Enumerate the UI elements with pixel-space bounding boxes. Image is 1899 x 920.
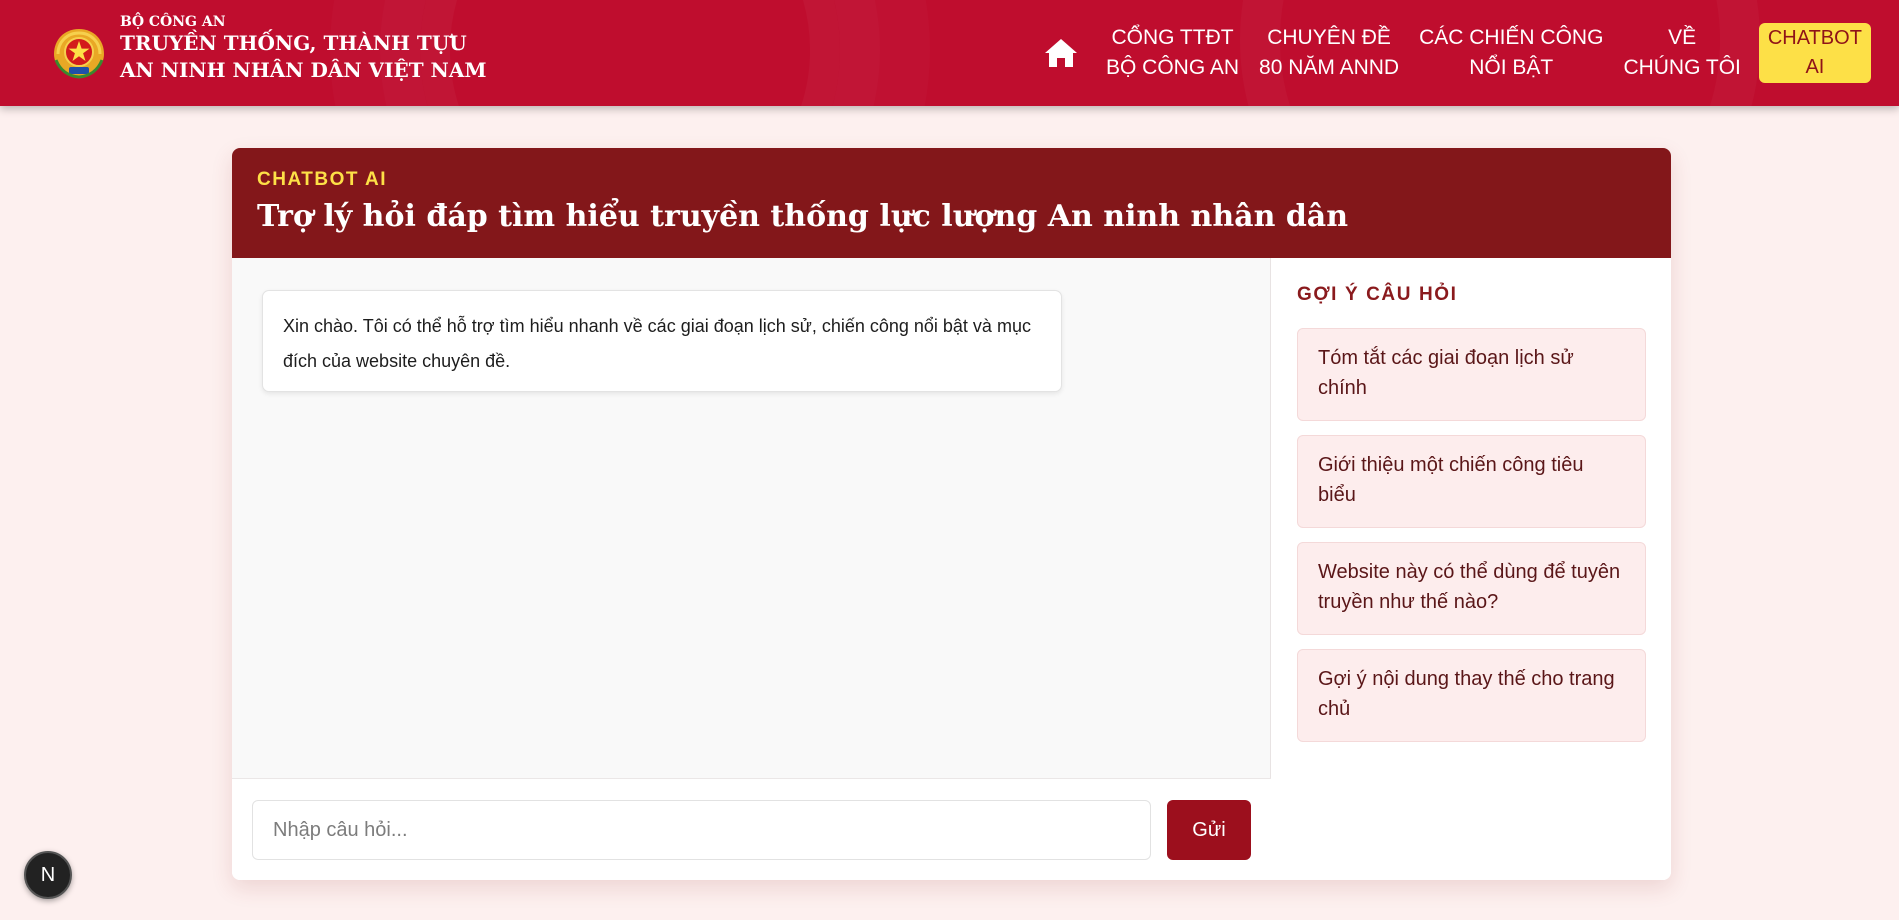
nav-label: CÁC CHIẾN CÔNG [1419,26,1604,49]
brand-line-2: AN NINH NHÂN DÂN VIỆT NAM [120,58,487,82]
nav-label: CHUYÊN ĐỀ [1267,26,1391,49]
site-brand[interactable]: BỘ CÔNG AN TRUYỀN THỐNG, THÀNH TỰU AN NI… [120,14,486,84]
brand-small: BỘ CÔNG AN [120,14,226,30]
nav-label: CỔNG TTĐT [1111,26,1234,49]
top-header: BỘ CÔNG AN TRUYỀN THỐNG, THÀNH TỰU AN NI… [0,0,1899,106]
nav-label: NỔI BẬT [1469,56,1554,79]
bot-message: Xin chào. Tôi có thể hỗ trợ tìm hiểu nha… [262,290,1062,392]
card-header: CHATBOT AI Trợ lý hỏi đáp tìm hiểu truyề… [232,148,1671,258]
nav-item-cong-ttdt[interactable]: CỔNG TTĐT BỘ CÔNG AN [1096,23,1249,83]
nav-item-chuyen-de[interactable]: CHUYÊN ĐỀ 80 NĂM ANND [1249,23,1409,83]
nav-cta-label: AI [1805,56,1825,78]
suggestion-item[interactable]: Website này có thể dùng để tuyên truyền … [1297,542,1646,635]
suggestion-title: GỢI Ý CÂU HỎI [1297,284,1458,305]
nextjs-badge[interactable]: N [24,851,72,899]
main-nav: CỔNG TTĐT BỘ CÔNG AN CHUYÊN ĐỀ 80 NĂM AN… [1040,0,1871,106]
suggestion-item[interactable]: Tóm tắt các giai đoạn lịch sử chính [1297,328,1646,421]
nav-label: BỘ CÔNG AN [1106,56,1240,79]
suggestion-panel: GỢI Ý CÂU HỎI Tóm tắt các giai đoạn lịch… [1272,258,1671,880]
card-eyebrow: CHATBOT AI [257,169,388,190]
suggestion-item[interactable]: Giới thiệu một chiến công tiêu biểu [1297,435,1646,528]
police-emblem-icon[interactable] [50,26,108,80]
brand-line-1: TRUYỀN THỐNG, THÀNH TỰU [120,31,467,55]
chat-composer: Gửi [232,778,1271,880]
card-title: Trợ lý hỏi đáp tìm hiểu truyền thống lực… [257,199,1349,234]
chat-panel[interactable]: Xin chào. Tôi có thể hỗ trợ tìm hiểu nha… [232,258,1271,880]
nav-item-ve-chung-toi[interactable]: VỀ CHÚNG TÔI [1613,23,1750,83]
nav-chatbot-button[interactable]: CHATBOT AI [1758,23,1871,83]
nav-label: VỀ [1668,26,1697,49]
chatbot-card: CHATBOT AI Trợ lý hỏi đáp tìm hiểu truyề… [232,148,1671,880]
nav-home[interactable] [1040,32,1082,74]
nav-cta-label: CHATBOT [1767,27,1862,49]
suggestion-item[interactable]: Gợi ý nội dung thay thế cho trang chủ [1297,649,1646,742]
send-button[interactable]: Gửi [1167,800,1251,860]
nav-label: 80 NĂM ANND [1259,56,1400,79]
nav-label: CHÚNG TÔI [1623,56,1741,79]
chat-input[interactable] [252,800,1151,860]
nav-item-chien-cong[interactable]: CÁC CHIẾN CÔNG NỔI BẬT [1409,23,1613,83]
home-icon [1045,39,1077,67]
